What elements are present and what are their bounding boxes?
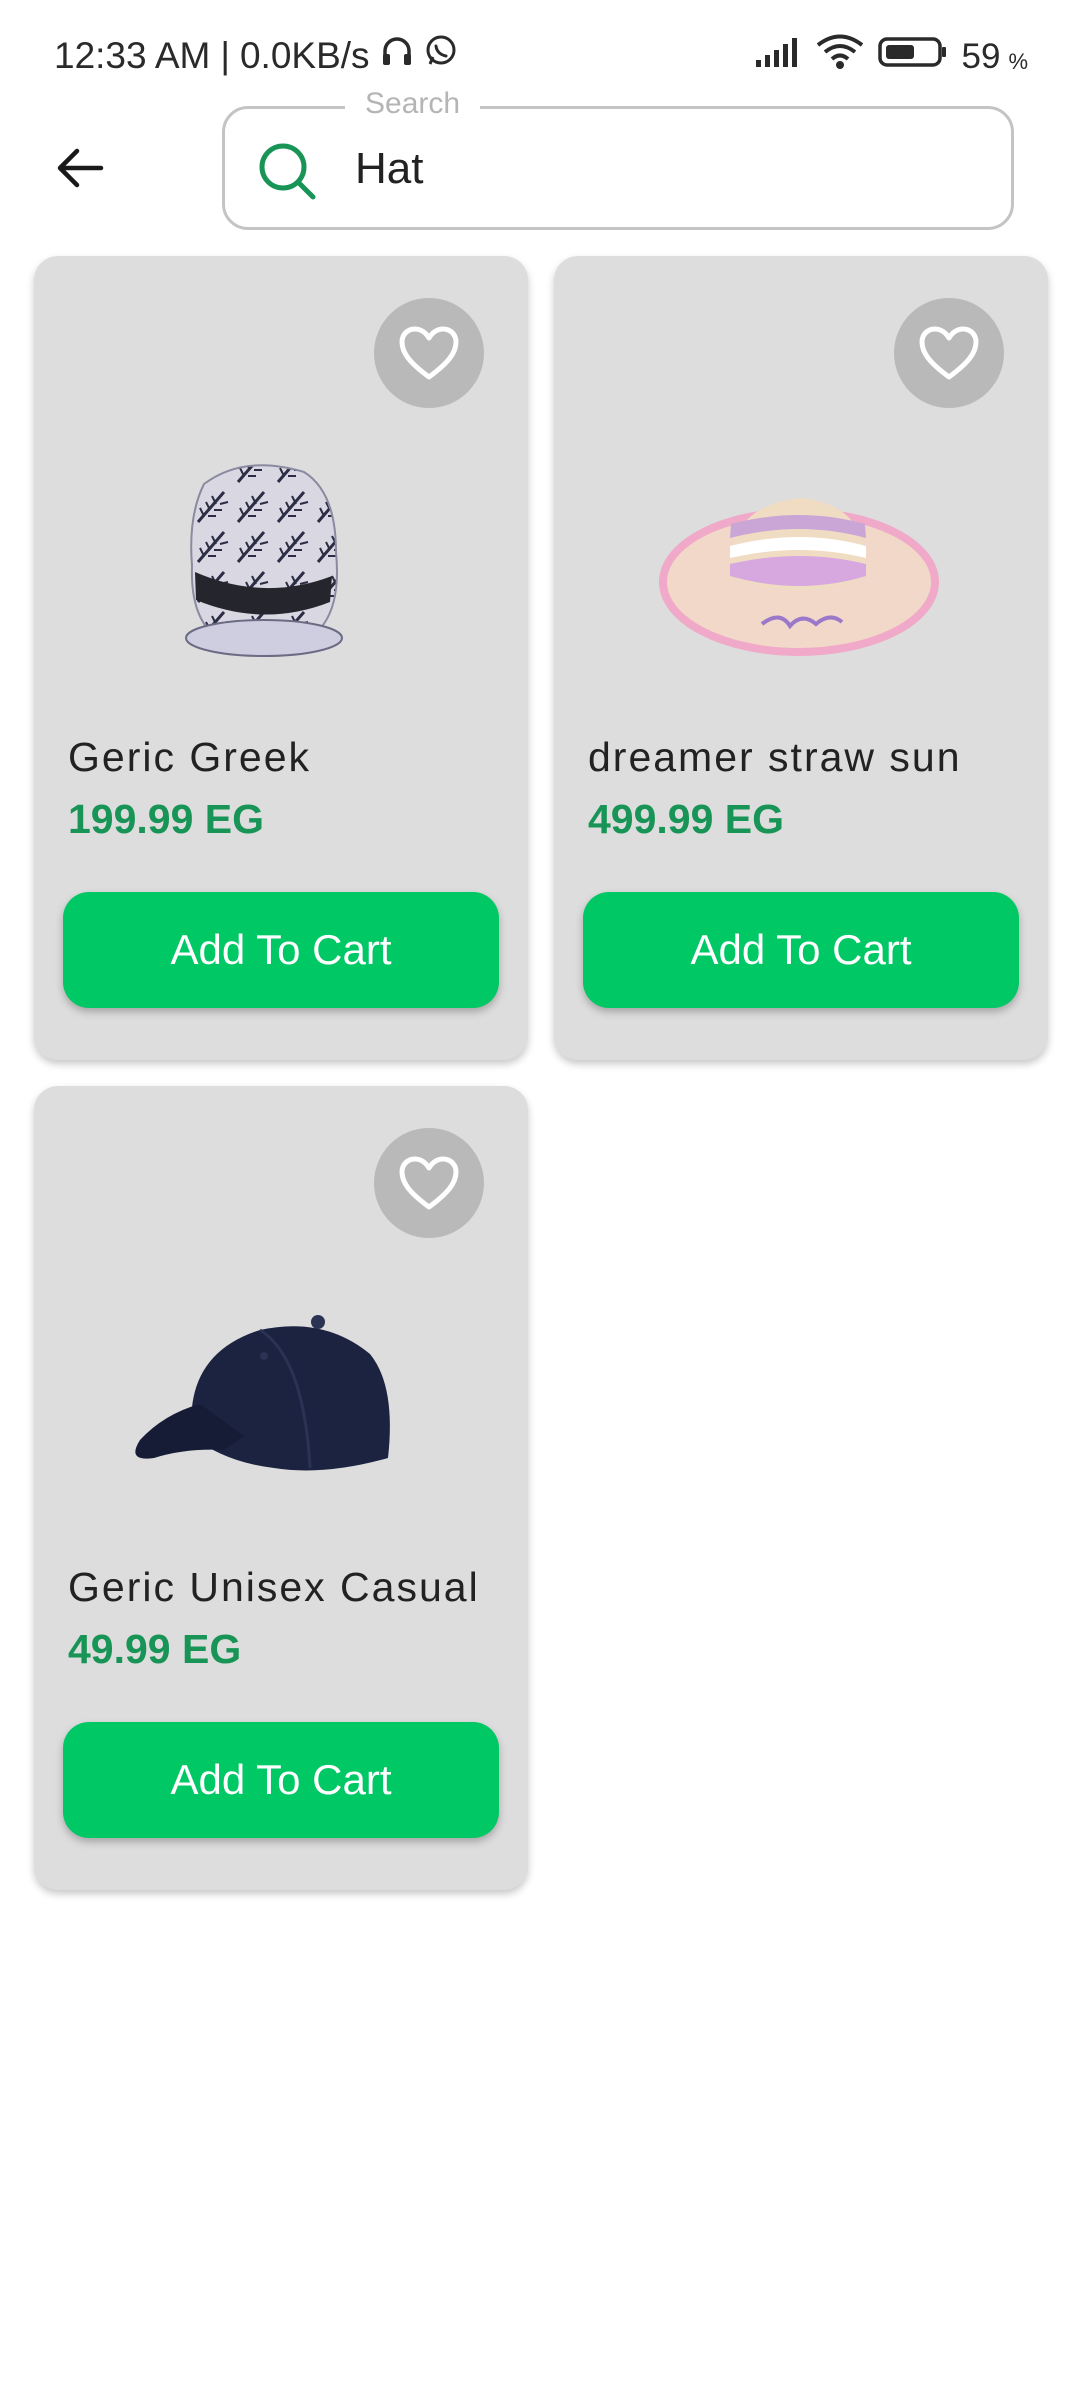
- add-to-cart-button[interactable]: Add To Cart: [63, 1722, 499, 1838]
- product-card[interactable]: Geric Greek 199.99 EG Add To Cart: [34, 256, 528, 1060]
- product-name: dreamer straw sun: [588, 734, 962, 780]
- favorite-button[interactable]: [374, 1128, 484, 1238]
- headphones-icon: [380, 34, 414, 77]
- search-icon: [257, 141, 317, 201]
- product-name: Geric Unisex Casual: [68, 1564, 480, 1610]
- status-time: 12:33 AM: [54, 34, 211, 76]
- product-price: 499.99 EG: [588, 796, 785, 842]
- product-image-baseball-cap: [74, 1236, 488, 1796]
- status-separator: |: [220, 34, 230, 76]
- search-field[interactable]: Search: [222, 87, 1014, 230]
- status-right: 59 %: [754, 34, 1028, 79]
- product-price: 199.99 EG: [68, 796, 265, 842]
- heart-icon: [919, 326, 979, 380]
- add-to-cart-button[interactable]: Add To Cart: [63, 892, 499, 1008]
- signal-icon: [754, 36, 802, 77]
- battery-icon: [877, 36, 948, 77]
- product-name: Geric Greek: [68, 734, 311, 780]
- back-button[interactable]: [50, 138, 110, 198]
- status-bar: 12:33 AM | 0.0KB/s 59 %: [0, 0, 1080, 100]
- wifi-icon: [816, 34, 864, 79]
- add-to-cart-button[interactable]: Add To Cart: [583, 892, 1019, 1008]
- battery-level: 59: [961, 36, 1001, 76]
- heart-icon: [399, 326, 459, 380]
- product-image-fedora-hat: [74, 406, 488, 966]
- search-input[interactable]: [355, 137, 955, 201]
- product-search-screen: 12:33 AM | 0.0KB/s 59 % Search Hat Geric…: [0, 0, 1080, 2400]
- product-price: 49.99 EG: [68, 1626, 242, 1672]
- whatsapp-icon: [424, 34, 458, 77]
- product-image-straw-sun-hat: [594, 406, 1008, 966]
- product-card[interactable]: Geric Unisex Casual 49.99 EG Add To Cart: [34, 1086, 528, 1890]
- heart-icon: [399, 1156, 459, 1210]
- favorite-button[interactable]: [374, 298, 484, 408]
- status-net-speed: 0.0KB/s: [239, 34, 370, 76]
- status-left: 12:33 AM | 0.0KB/s: [54, 34, 458, 77]
- favorite-button[interactable]: [894, 298, 1004, 408]
- search-label: Search: [345, 87, 481, 121]
- arrow-left-icon: [57, 148, 104, 188]
- product-card[interactable]: dreamer straw sun 499.99 EG Add To Cart: [554, 256, 1048, 1060]
- battery-unit: %: [1008, 48, 1028, 74]
